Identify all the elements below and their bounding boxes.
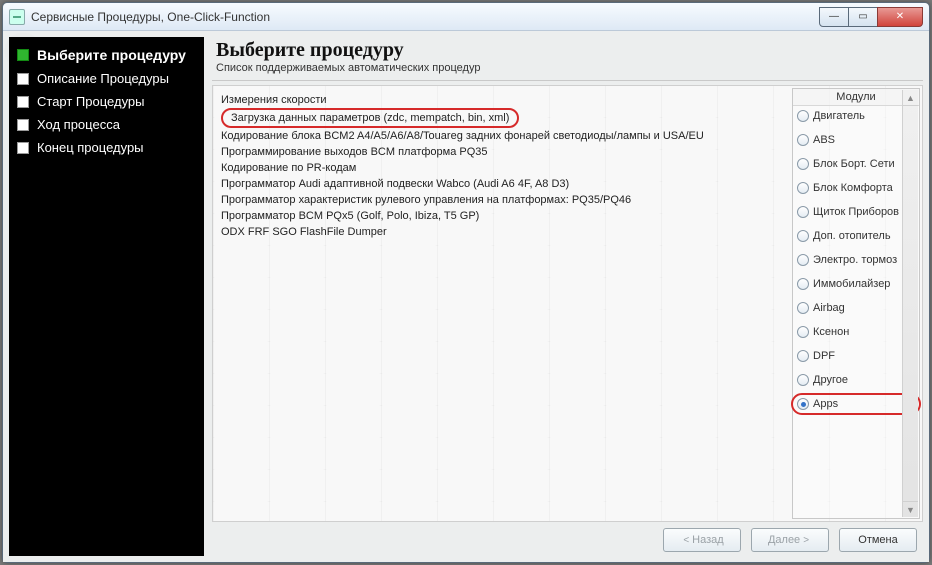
modules-title: Модули xyxy=(793,89,919,106)
back-label: Назад xyxy=(692,534,724,546)
module-label: Электро. тормоз xyxy=(813,254,897,266)
procedure-item-2[interactable]: Кодирование блока BCM2 A4/A5/A6/A8/Touar… xyxy=(221,129,704,143)
module-label: DPF xyxy=(813,350,835,362)
module-radio-7[interactable]: Иммобилайзер xyxy=(797,278,915,290)
module-radio-1[interactable]: ABS xyxy=(797,134,915,146)
step-marker-icon xyxy=(17,142,29,154)
procedure-item-3[interactable]: Программирование выходов BCM платформа P… xyxy=(221,145,488,159)
step-marker-icon xyxy=(17,96,29,108)
cancel-label: Отмена xyxy=(858,534,897,546)
sidebar-step-1[interactable]: Описание Процедуры xyxy=(13,69,200,88)
module-radio-5[interactable]: Доп. отопитель xyxy=(797,230,915,242)
modules-panel: Модули Двигатель ABS Блок Борт. Сети Блок К… xyxy=(792,88,920,519)
step-label: Старт Процедуры xyxy=(37,94,145,109)
module-radio-11[interactable]: Другое xyxy=(797,374,915,386)
cancel-button[interactable]: Отмена xyxy=(839,528,917,552)
scroll-up-icon[interactable]: ▲ xyxy=(903,90,918,106)
radio-icon xyxy=(797,278,809,290)
procedure-item-8[interactable]: ODX FRF SGO FlashFile Dumper xyxy=(221,225,387,239)
scroll-down-icon[interactable]: ▼ xyxy=(903,501,918,517)
radio-icon xyxy=(797,134,809,146)
procedure-item-7[interactable]: Программатор BCM PQx5 (Golf, Polo, Ibiza… xyxy=(221,209,479,223)
radio-icon xyxy=(797,158,809,170)
window-buttons: — ▭ ✕ xyxy=(820,7,923,27)
sidebar-step-3[interactable]: Ход процесса xyxy=(13,115,200,134)
module-label: Щиток Приборов xyxy=(813,206,899,218)
step-label: Выберите процедуру xyxy=(37,47,186,63)
sidebar: Выберите процедуру Описание Процедуры Стар… xyxy=(9,37,204,556)
radio-icon xyxy=(797,230,809,242)
sidebar-step-2[interactable]: Старт Процедуры xyxy=(13,92,200,111)
module-label: Ксенон xyxy=(813,326,849,338)
radio-icon xyxy=(797,110,809,122)
module-radio-12[interactable]: Apps xyxy=(797,398,915,410)
radio-icon xyxy=(797,398,809,410)
procedure-item-5[interactable]: Программатор Audi адаптивной подвески Wa… xyxy=(221,177,569,191)
step-label: Конец процедуры xyxy=(37,140,144,155)
procedure-item-4[interactable]: Кодирование по PR-кодам xyxy=(221,161,356,175)
module-radio-2[interactable]: Блок Борт. Сети xyxy=(797,158,915,170)
modules-body: Двигатель ABS Блок Борт. Сети Блок Комфорта… xyxy=(793,106,919,420)
body-zone: Измерения скоростиЗагрузка данных параме… xyxy=(212,85,923,522)
procedure-item-1[interactable]: Загрузка данных параметров (zdc, mempatc… xyxy=(221,108,519,128)
module-label: ABS xyxy=(813,134,835,146)
procedure-list: Измерения скоростиЗагрузка данных параме… xyxy=(213,86,790,521)
main-header: Выберите процедуру Список поддерживаемых… xyxy=(212,37,923,81)
radio-icon xyxy=(797,206,809,218)
module-radio-8[interactable]: Airbag xyxy=(797,302,915,314)
module-radio-6[interactable]: Электро. тормоз xyxy=(797,254,915,266)
chevron-left-icon: < xyxy=(683,535,689,546)
minimize-button[interactable]: — xyxy=(819,7,849,27)
radio-icon xyxy=(797,182,809,194)
footer: < Назад Далее > Отмена xyxy=(212,522,923,556)
sidebar-step-0[interactable]: Выберите процедуру xyxy=(13,45,200,65)
radio-icon xyxy=(797,350,809,362)
sidebar-step-4[interactable]: Конец процедуры xyxy=(13,138,200,157)
next-label: Далее xyxy=(768,534,800,546)
titlebar: Сервисные Процедуры, One-Click-Function … xyxy=(3,3,929,31)
module-label: Иммобилайзер xyxy=(813,278,890,290)
step-marker-icon xyxy=(17,49,29,61)
step-marker-icon xyxy=(17,73,29,85)
module-label: Apps xyxy=(813,398,838,410)
module-label: Доп. отопитель xyxy=(813,230,891,242)
module-radio-9[interactable]: Ксенон xyxy=(797,326,915,338)
close-button[interactable]: ✕ xyxy=(877,7,923,27)
module-label: Блок Борт. Сети xyxy=(813,158,895,170)
window-title: Сервисные Процедуры, One-Click-Function xyxy=(31,10,820,24)
module-label: Airbag xyxy=(813,302,845,314)
procedure-item-6[interactable]: Программатор характеристик рулевого упра… xyxy=(221,193,631,207)
step-label: Ход процесса xyxy=(37,117,120,132)
main-subtitle: Список поддерживаемых автоматических про… xyxy=(216,62,919,74)
step-marker-icon xyxy=(17,119,29,131)
radio-icon xyxy=(797,302,809,314)
module-label: Блок Комфорта xyxy=(813,182,893,194)
back-button[interactable]: < Назад xyxy=(663,528,741,552)
maximize-button[interactable]: ▭ xyxy=(848,7,878,27)
next-button[interactable]: Далее > xyxy=(751,528,829,552)
scrollbar[interactable]: ▲ ▼ xyxy=(902,90,918,517)
module-radio-3[interactable]: Блок Комфорта xyxy=(797,182,915,194)
main-title: Выберите процедуру xyxy=(216,39,919,62)
module-radio-4[interactable]: Щиток Приборов xyxy=(797,206,915,218)
main-panel: Выберите процедуру Список поддерживаемых… xyxy=(212,37,923,556)
module-radio-0[interactable]: Двигатель xyxy=(797,110,915,122)
module-label: Двигатель xyxy=(813,110,865,122)
radio-icon xyxy=(797,326,809,338)
app-icon xyxy=(9,9,25,25)
step-label: Описание Процедуры xyxy=(37,71,169,86)
window: Сервисные Процедуры, One-Click-Function … xyxy=(2,2,930,563)
module-label: Другое xyxy=(813,374,848,386)
radio-icon xyxy=(797,254,809,266)
client-area: Выберите процедуру Описание Процедуры Стар… xyxy=(3,31,929,562)
procedure-item-0[interactable]: Измерения скорости xyxy=(221,93,327,107)
radio-icon xyxy=(797,374,809,386)
chevron-right-icon: > xyxy=(803,535,809,546)
module-radio-10[interactable]: DPF xyxy=(797,350,915,362)
